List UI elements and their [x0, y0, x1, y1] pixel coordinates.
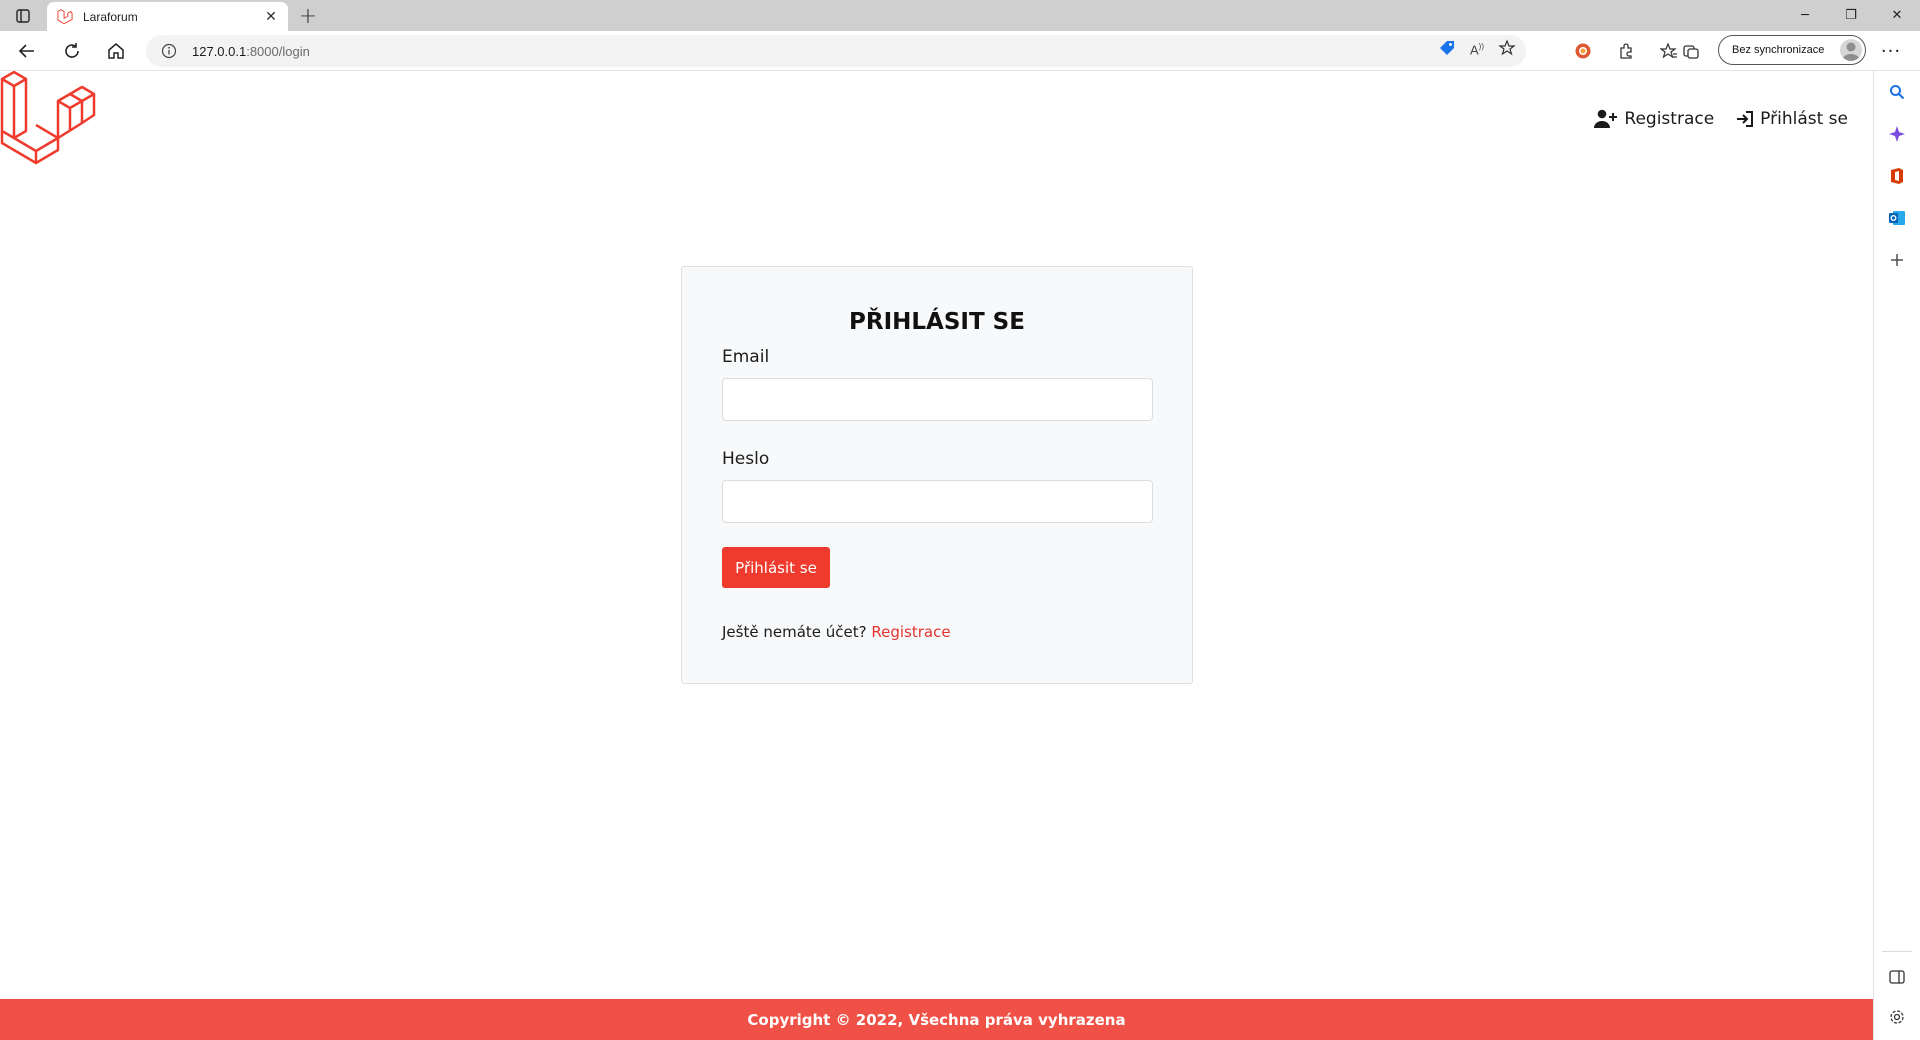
email-field[interactable]	[722, 378, 1153, 421]
read-aloud-icon[interactable]: A))	[1470, 42, 1484, 57]
office-icon[interactable]	[1884, 163, 1910, 189]
nav-register-link[interactable]: Registrace	[1594, 109, 1714, 129]
password-field[interactable]	[722, 480, 1153, 523]
site-info-icon[interactable]	[160, 42, 178, 60]
no-account-text: Ještě nemáte účet?	[722, 623, 867, 641]
sidebar-divider	[1882, 951, 1912, 952]
extension-duckduckgo-icon[interactable]	[1568, 37, 1598, 65]
login-submit-button[interactable]: Přihlásit se	[722, 547, 830, 588]
search-icon[interactable]	[1884, 79, 1910, 105]
back-icon[interactable]	[12, 37, 42, 65]
browser-toolbar: 127.0.0.1:8000/login A)) Bez synchroniza…	[0, 31, 1920, 71]
nav-login-label: Přihlást se	[1760, 109, 1848, 129]
tab-actions-icon[interactable]	[8, 5, 38, 27]
shopping-tag-icon[interactable]	[1438, 39, 1456, 61]
tab-title: Laraforum	[83, 9, 138, 24]
profile-avatar-icon	[1840, 39, 1862, 61]
window-close-icon[interactable]: ✕	[1874, 0, 1920, 31]
password-label: Heslo	[722, 449, 770, 469]
address-bar[interactable]: 127.0.0.1:8000/login A))	[146, 35, 1526, 67]
browser-tab[interactable]: Laraforum ✕	[47, 2, 288, 31]
user-plus-icon	[1594, 109, 1618, 128]
url-host: 127.0.0.1	[192, 43, 247, 59]
top-nav: Registrace Přihlást se	[1594, 109, 1848, 129]
add-sidebar-app-icon[interactable]	[1884, 247, 1910, 273]
url-path: :8000/login	[246, 43, 310, 59]
footer: Copyright © 2022, Všechna práva vyhrazen…	[0, 999, 1873, 1040]
profile-label: Bez synchronizace	[1732, 44, 1825, 56]
page-content: Registrace Přihlást se PŘIHLÁSIT SE Emai…	[0, 70, 1873, 1040]
hide-sidebar-icon[interactable]	[1884, 964, 1910, 990]
copilot-sparkle-icon[interactable]	[1884, 121, 1910, 147]
url-text: 127.0.0.1:8000/login	[192, 44, 310, 59]
footer-copyright: Copyright © 2022, Všechna práva vyhrazen…	[747, 1010, 1126, 1029]
extensions-icon[interactable]	[1611, 37, 1641, 65]
laravel-favicon-icon	[57, 8, 73, 25]
restore-icon[interactable]: ❐	[1828, 0, 1874, 31]
tab-close-icon[interactable]: ✕	[262, 8, 280, 26]
laravel-logo-icon[interactable]	[0, 70, 96, 171]
window-controls: ─ ❐ ✕	[1782, 0, 1920, 31]
login-title: PŘIHLÁSIT SE	[849, 309, 1025, 335]
sign-in-icon	[1737, 111, 1754, 127]
login-card: PŘIHLÁSIT SE Email Heslo Přihlásit se Je…	[681, 266, 1193, 684]
email-label: Email	[722, 347, 770, 367]
minimize-icon[interactable]: ─	[1782, 0, 1828, 31]
home-icon[interactable]	[101, 37, 131, 65]
register-link[interactable]: Registrace	[871, 623, 950, 641]
more-options-icon[interactable]: ···	[1876, 37, 1906, 65]
new-tab-button[interactable]: +	[294, 4, 322, 29]
sidebar-settings-icon[interactable]	[1884, 1004, 1910, 1030]
register-prompt: Ještě nemáte účet? Registrace	[722, 623, 951, 641]
reload-icon[interactable]	[57, 37, 87, 65]
edge-sidebar	[1873, 71, 1920, 1040]
profile-button[interactable]: Bez synchronizace	[1718, 35, 1866, 65]
nav-login-link[interactable]: Přihlást se	[1736, 109, 1848, 129]
browser-tab-bar: Laraforum ✕ + ─ ❐ ✕	[0, 0, 1920, 31]
address-bar-icons: A))	[1438, 39, 1516, 61]
collections-icon[interactable]	[1676, 37, 1706, 65]
favorite-add-icon[interactable]	[1498, 39, 1516, 61]
nav-register-label: Registrace	[1624, 109, 1715, 129]
outlook-icon[interactable]	[1884, 205, 1910, 231]
